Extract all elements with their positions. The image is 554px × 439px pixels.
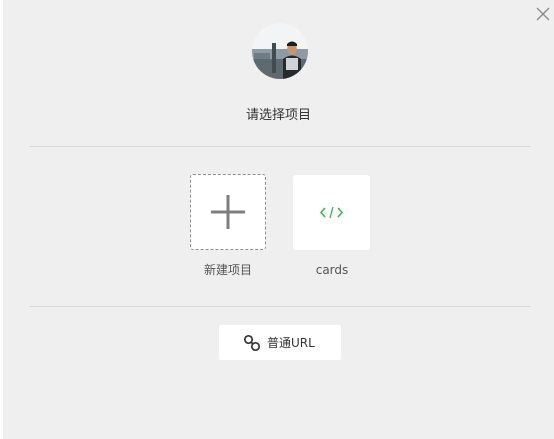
new-project-tile[interactable] (190, 174, 266, 250)
close-icon (536, 7, 550, 21)
divider-top (29, 146, 531, 147)
new-project-label: 新建项目 (203, 263, 252, 277)
plus-icon (211, 195, 245, 229)
close-button[interactable] (535, 6, 551, 22)
plain-url-label: 普通URL (267, 336, 315, 350)
project-tile-cards[interactable] (293, 175, 370, 250)
project-label-cards: cards (315, 263, 349, 277)
code-icon (320, 206, 343, 219)
link-icon (243, 334, 261, 352)
prompt-text: 请选择项目 (245, 108, 311, 123)
divider-bottom (29, 306, 531, 307)
select-project-dialog: 请选择项目 新建项目 cards 普通URL (3, 0, 554, 439)
plain-url-button[interactable]: 普通URL (219, 325, 341, 360)
avatar (252, 23, 308, 79)
